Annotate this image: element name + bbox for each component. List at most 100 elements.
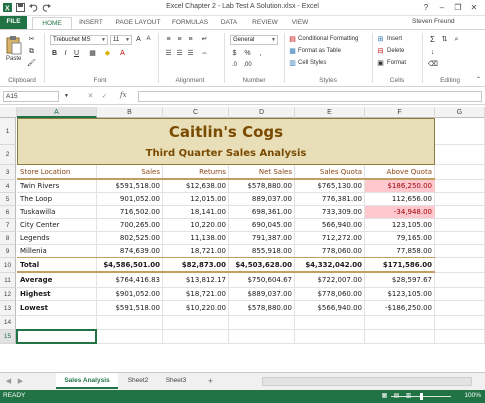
clear-icon[interactable]: ⌫ xyxy=(428,60,438,69)
align-bottom-icon[interactable]: ≡ xyxy=(186,35,195,44)
stat-cell[interactable]: $18,721.00 xyxy=(163,288,229,300)
fill-color-icon[interactable]: ◆ xyxy=(103,49,112,58)
stat-cell[interactable]: Average xyxy=(17,273,97,287)
data-cell[interactable]: 700,265.00 xyxy=(97,219,163,231)
stat-cell[interactable]: $750,604.67 xyxy=(229,273,295,287)
formula-input[interactable] xyxy=(138,91,482,102)
data-cell[interactable]: 874,639.00 xyxy=(97,245,163,257)
borders-icon[interactable]: ▦ xyxy=(88,49,97,58)
underline-button[interactable]: U xyxy=(72,49,81,58)
data-cell[interactable]: 901,052.00 xyxy=(97,193,163,205)
column-label-cell[interactable]: Returns xyxy=(163,165,229,179)
decrease-font-icon[interactable]: A xyxy=(144,35,153,44)
horizontal-scrollbar[interactable] xyxy=(262,377,472,386)
stat-cell[interactable]: $778,060.00 xyxy=(295,288,365,300)
data-cell[interactable]: $765,130.00 xyxy=(295,180,365,192)
collapse-ribbon-icon[interactable]: ⌃ xyxy=(474,76,483,85)
data-cell[interactable]: The Loop xyxy=(17,193,97,205)
sheet-subtitle[interactable]: Third Quarter Sales Analysis xyxy=(17,148,435,159)
align-left-icon[interactable]: ☰ xyxy=(164,49,173,58)
chevron-down-icon[interactable]: ▼ xyxy=(62,92,71,101)
wrap-text-icon[interactable]: ↵ xyxy=(200,35,209,44)
stat-cell[interactable]: Highest xyxy=(17,288,97,300)
row-header-4[interactable]: 4 xyxy=(0,180,16,193)
name-box[interactable]: A15 xyxy=(3,91,59,102)
user-name[interactable]: Steven Freund xyxy=(412,18,455,25)
align-top-icon[interactable]: ≡ xyxy=(164,35,173,44)
sheet-tab-sales-analysis[interactable]: Sales Analysis xyxy=(56,373,118,389)
comma-button[interactable]: , xyxy=(256,49,265,58)
stat-cell[interactable]: $13,812.17 xyxy=(163,273,229,287)
font-size-combo[interactable]: 11 ▼ xyxy=(110,35,132,45)
total-cell[interactable]: $4,586,501.00 xyxy=(97,258,163,272)
column-label-cell[interactable]: Above Quota xyxy=(365,165,435,179)
scroll-right-icon[interactable]: ▶ xyxy=(16,377,25,386)
paste-label[interactable]: Paste xyxy=(6,56,21,62)
tab-data[interactable]: DATA xyxy=(214,17,244,29)
add-sheet-button[interactable]: + xyxy=(206,377,215,386)
data-cell[interactable]: 123,105.00 xyxy=(365,219,435,231)
data-cell[interactable]: 77,858.00 xyxy=(365,245,435,257)
data-cell[interactable]: -34,948.00 xyxy=(365,206,435,218)
tab-home[interactable]: HOME xyxy=(32,17,72,29)
sheet-tab-sheet3[interactable]: Sheet3 xyxy=(158,373,194,389)
font-color-icon[interactable]: A xyxy=(118,49,127,58)
total-cell[interactable]: $4,503,628.00 xyxy=(229,258,295,272)
insert-function-button[interactable]: fx xyxy=(120,91,127,99)
total-cell[interactable]: Total xyxy=(17,258,97,272)
copy-icon[interactable]: ⧉ xyxy=(27,47,36,56)
cancel-entry-icon[interactable]: ✕ xyxy=(86,92,95,101)
data-cell[interactable]: 11,138.00 xyxy=(163,232,229,244)
find-select-icon[interactable]: ⌕ xyxy=(452,35,461,44)
data-cell[interactable]: 889,037.00 xyxy=(229,193,295,205)
autosum-icon[interactable]: Σ xyxy=(428,35,437,44)
stat-cell[interactable]: $578,880.00 xyxy=(229,301,295,315)
column-label-cell[interactable]: Store Location xyxy=(17,165,97,179)
tab-view[interactable]: VIEW xyxy=(286,17,314,29)
confirm-entry-icon[interactable]: ✓ xyxy=(100,92,109,101)
total-cell[interactable]: $4,332,042.00 xyxy=(295,258,365,272)
stat-cell[interactable]: $901,052.00 xyxy=(97,288,163,300)
data-cell[interactable]: 776,381.00 xyxy=(295,193,365,205)
data-cell[interactable]: 712,272.00 xyxy=(295,232,365,244)
tab-file[interactable]: FILE xyxy=(0,16,27,29)
column-header-c[interactable]: C xyxy=(163,107,229,118)
data-cell[interactable]: Legends xyxy=(17,232,97,244)
conditional-formatting-button[interactable]: Conditional Formatting xyxy=(298,36,358,42)
tab-review[interactable]: REVIEW xyxy=(246,17,284,29)
stat-cell[interactable]: $764,416.83 xyxy=(97,273,163,287)
row-header-10[interactable]: 10 xyxy=(0,258,16,273)
format-painter-icon[interactable]: 🖌 xyxy=(27,59,36,68)
merge-center-icon[interactable]: ⇔ xyxy=(200,49,209,58)
tab-insert[interactable]: INSERT xyxy=(74,17,108,29)
data-cell[interactable]: 10,220.00 xyxy=(163,219,229,231)
insert-button[interactable]: Insert xyxy=(387,36,402,42)
currency-button[interactable]: $ xyxy=(230,49,239,58)
data-cell[interactable]: Tuskawilla xyxy=(17,206,97,218)
align-middle-icon[interactable]: ≡ xyxy=(175,35,184,44)
align-right-icon[interactable]: ☰ xyxy=(186,49,195,58)
delete-button[interactable]: Delete xyxy=(387,48,404,54)
stat-cell[interactable]: Lowest xyxy=(17,301,97,315)
increase-font-icon[interactable]: A xyxy=(134,35,143,44)
normal-view-icon[interactable]: ▦ xyxy=(380,392,389,401)
data-cell[interactable]: City Center xyxy=(17,219,97,231)
data-cell[interactable]: 716,502.00 xyxy=(97,206,163,218)
stat-cell[interactable]: -$186,250.00 xyxy=(365,301,435,315)
cut-icon[interactable]: ✂ xyxy=(27,35,36,44)
column-header-d[interactable]: D xyxy=(229,107,295,118)
data-cell[interactable]: 18,721.00 xyxy=(163,245,229,257)
data-cell[interactable]: 733,309.00 xyxy=(295,206,365,218)
column-label-cell[interactable]: Sales Quota xyxy=(295,165,365,179)
column-header-g[interactable]: G xyxy=(435,107,485,118)
format-as-table-button[interactable]: Format as Table xyxy=(298,48,341,54)
decrease-decimal-icon[interactable]: .00 xyxy=(243,61,252,70)
data-cell[interactable]: $12,638.00 xyxy=(163,180,229,192)
data-cell[interactable]: $186,250.00 xyxy=(365,180,435,192)
data-cell[interactable]: $591,518.00 xyxy=(97,180,163,192)
data-cell[interactable]: 112,656.00 xyxy=(365,193,435,205)
data-cell[interactable]: 566,940.00 xyxy=(295,219,365,231)
row-header-12[interactable]: 12 xyxy=(0,288,16,301)
italic-button[interactable]: I xyxy=(61,49,70,58)
fill-icon[interactable]: ↓ xyxy=(428,48,437,57)
